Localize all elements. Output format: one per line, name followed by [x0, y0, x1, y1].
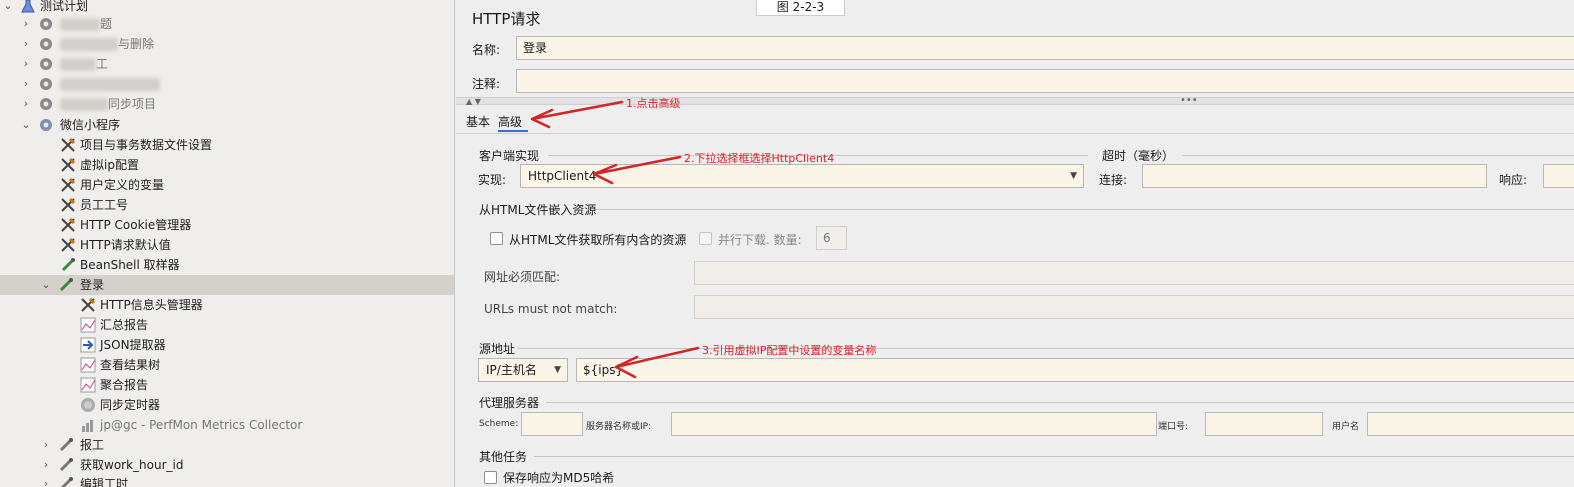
pipette-icon — [59, 438, 73, 452]
gear-icon — [40, 18, 52, 30]
chart-icon — [80, 357, 96, 373]
chevron-right-icon[interactable]: › — [20, 54, 32, 74]
tree-child[interactable]: 查看结果树 — [0, 355, 454, 375]
redacted-text — [60, 18, 100, 31]
wrench-icon — [61, 217, 76, 232]
bar-chart-icon — [82, 420, 93, 432]
tree-item[interactable]: › 编辑工时 — [0, 474, 454, 487]
wrench-icon — [61, 197, 76, 212]
tree-item-label: 报工 — [80, 438, 105, 452]
tree-group-1[interactable]: › 题 — [0, 14, 454, 34]
tree-item-label: 用户定义的变量 — [80, 178, 165, 192]
tree-item[interactable]: HTTP Cookie管理器 — [0, 215, 454, 235]
tree-group-label: 题 — [100, 17, 113, 31]
redacted-text — [60, 58, 96, 71]
chart-icon — [80, 317, 96, 333]
arrow-icon — [530, 100, 624, 129]
gear-icon — [40, 58, 52, 70]
tree-item-label: HTTP Cookie管理器 — [80, 218, 192, 232]
annotation-arrows — [530, 100, 700, 379]
flask-icon — [21, 0, 35, 13]
arrow-icon — [614, 346, 700, 379]
http-request-panel: HTTP请求 名称: 登录 注释: ▲ ▼ ••• 基本 高级 客户端实现 超时… — [456, 0, 1574, 487]
tree-item[interactable]: 虚拟ip配置 — [0, 155, 454, 175]
tree-item[interactable]: 员工工号 — [0, 195, 454, 215]
tree-group-4[interactable]: › — [0, 74, 454, 94]
figure-label: 图 2-2-3 — [756, 0, 845, 16]
tree-item-label: 登录 — [80, 278, 105, 292]
tree-item[interactable]: BeanShell 取样器 — [0, 255, 454, 275]
extractor-icon — [80, 337, 96, 353]
tree-group-label: 同步项目 — [108, 97, 157, 111]
chevron-right-icon[interactable]: › — [40, 435, 52, 455]
chevron-right-icon[interactable]: › — [20, 34, 32, 54]
tree-item[interactable]: 用户定义的变量 — [0, 175, 454, 195]
test-plan-tree[interactable]: ⌄ 测试计划 › 题 › 与删除 › 工 › › 同步项目 ⌄ 微信小程序 项目… — [0, 0, 455, 487]
gear-icon — [40, 98, 52, 110]
tree-item-label: 获取work_hour_id — [80, 458, 184, 472]
tree-item-label: HTTP请求默认值 — [80, 238, 171, 252]
tree-child[interactable]: 聚合报告 — [0, 375, 454, 395]
tree-child[interactable]: 汇总报告 — [0, 315, 454, 335]
wrench-icon — [81, 297, 96, 312]
arrow-icon — [592, 155, 682, 185]
tree-group-label: 与删除 — [118, 37, 155, 51]
chevron-down-icon[interactable]: ⌄ — [20, 115, 32, 135]
redacted-text — [60, 38, 118, 51]
tree-item-label: 项目与事务数据文件设置 — [80, 138, 213, 152]
chevron-right-icon[interactable]: › — [40, 474, 52, 487]
tree-child-label: 同步定时器 — [100, 398, 161, 412]
tree-item-label: 编辑工时 — [80, 477, 129, 487]
tree-item-label: 员工工号 — [80, 198, 129, 212]
tree-item-selected[interactable]: ⌄ 登录 — [0, 275, 454, 295]
tree-child[interactable]: 同步定时器 — [0, 395, 454, 415]
tree-child[interactable]: jp@gc - PerfMon Metrics Collector — [0, 415, 454, 435]
pipette-icon — [60, 477, 73, 487]
chevron-right-icon[interactable]: › — [20, 14, 32, 34]
tree-group-5[interactable]: › 同步项目 — [0, 94, 454, 114]
pipette-icon — [61, 258, 75, 272]
tree-item-label: 虚拟ip配置 — [80, 158, 139, 172]
wrench-icon — [61, 157, 76, 172]
chart-icon — [80, 377, 96, 393]
tree-child-label: HTTP信息头管理器 — [100, 298, 203, 312]
wrench-icon — [61, 137, 76, 152]
tree-item-label: BeanShell 取样器 — [80, 258, 180, 272]
tree-child-label: 聚合报告 — [100, 378, 149, 392]
pipette-icon — [59, 278, 73, 292]
tree-child-label: JSON提取器 — [100, 338, 166, 352]
wrench-icon — [61, 177, 76, 192]
redacted-text — [60, 78, 160, 91]
gear-icon — [40, 78, 52, 90]
redacted-text — [60, 98, 108, 111]
tree-item[interactable]: HTTP请求默认值 — [0, 235, 454, 255]
gear-icon — [40, 119, 52, 131]
tree-child-label: 查看结果树 — [100, 358, 161, 372]
timer-icon — [81, 398, 95, 412]
chevron-right-icon[interactable]: › — [40, 455, 52, 475]
tree-item[interactable]: › 报工 — [0, 435, 454, 455]
tree-child[interactable]: JSON提取器 — [0, 335, 454, 355]
tree-group-label: 微信小程序 — [60, 118, 121, 132]
tree-group-3[interactable]: › 工 — [0, 54, 454, 74]
tree-group-label: 工 — [96, 57, 109, 71]
chevron-down-icon[interactable]: ⌄ — [40, 275, 52, 295]
tree-item[interactable]: 项目与事务数据文件设置 — [0, 135, 454, 155]
wrench-icon — [61, 237, 76, 252]
chevron-right-icon[interactable]: › — [20, 94, 32, 114]
tree-child-label: jp@gc - PerfMon Metrics Collector — [100, 418, 303, 432]
pipette-icon — [59, 458, 73, 472]
gear-icon — [40, 38, 52, 50]
tree-group-wechat[interactable]: ⌄ 微信小程序 — [0, 115, 454, 135]
tree-group-2[interactable]: › 与删除 — [0, 34, 454, 54]
chevron-right-icon[interactable]: › — [20, 74, 32, 94]
tree-child-label: 汇总报告 — [100, 318, 149, 332]
tree-child[interactable]: HTTP信息头管理器 — [0, 295, 454, 315]
tree-item[interactable]: › 获取work_hour_id — [0, 455, 454, 475]
